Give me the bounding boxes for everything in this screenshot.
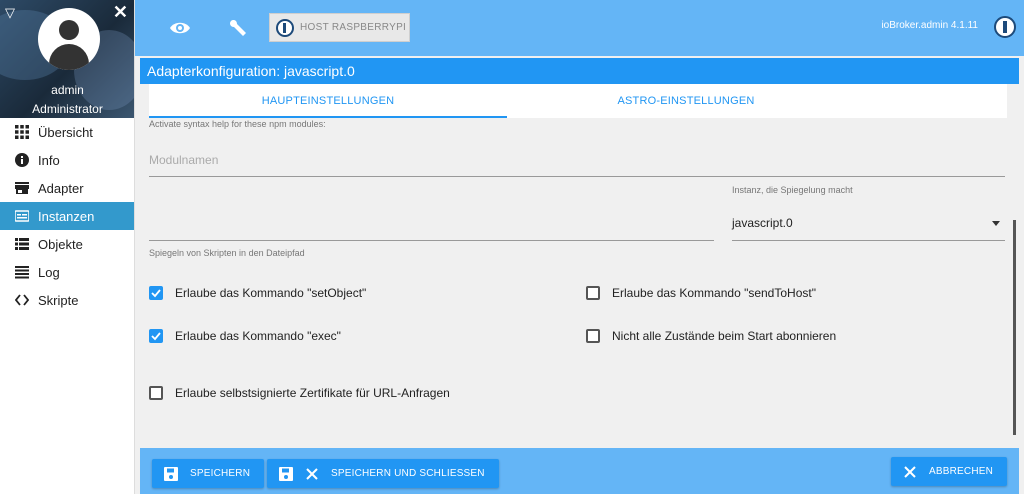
close-icon [306, 467, 318, 480]
grid-icon [14, 124, 30, 140]
mirror-instance-underline [732, 240, 1005, 241]
checkbox-checked-icon[interactable] [149, 286, 163, 300]
instances-icon [14, 208, 30, 224]
module-name-underline [149, 176, 1005, 177]
avatar [38, 8, 100, 70]
floppy-icon [164, 466, 178, 481]
sidebar-item-label: Info [38, 152, 60, 168]
checkbox-label: Erlaube das Kommando "setObject" [175, 286, 367, 300]
checkbox-label: Erlaube das Kommando "sendToHost" [612, 286, 816, 300]
sidebar-item-adapter[interactable]: Adapter [0, 174, 134, 202]
nav-list: Übersicht Info Adapter Instanzen Objekte [0, 118, 134, 314]
info-icon [14, 152, 30, 168]
checkbox-exec[interactable]: Erlaube das Kommando "exec" [149, 329, 341, 343]
checkbox-label: Nicht alle Zustände beim Start abonniere… [612, 329, 837, 343]
mirror-path-underline[interactable] [149, 240, 714, 241]
sidebar-item-label: Skripte [38, 292, 79, 308]
checkbox-no-subscribe-all[interactable]: Nicht alle Zustände beim Start abonniere… [586, 329, 836, 343]
npm-help-label: Activate syntax help for these npm modul… [149, 119, 326, 129]
user-name: admin [51, 83, 84, 97]
tab-main-settings[interactable]: HAUPTEINSTELLUNGEN [149, 84, 507, 118]
sidebar-item-overview[interactable]: Übersicht [0, 118, 134, 146]
cancel-button-label: ABBRECHEN [929, 466, 994, 477]
save-close-button[interactable]: SPEICHERN UND SCHLIESSEN [267, 459, 499, 488]
eye-icon[interactable] [169, 17, 191, 39]
chevron-down-icon[interactable] [992, 221, 1000, 226]
save-button-label: SPEICHERN [190, 468, 251, 479]
checkbox-label: Erlaube selbstsignierte Zertifikate für … [175, 386, 450, 400]
lines-icon [14, 264, 30, 280]
checkbox-send-to-host[interactable]: Erlaube das Kommando "sendToHost" [586, 286, 816, 300]
host-button[interactable]: HOST RASPBERRYPI [269, 13, 410, 42]
floppy-icon [279, 466, 293, 481]
footer-bar: SPEICHERN SPEICHERN UND SCHLIESSEN ABBRE… [140, 448, 1019, 494]
tab-astro-settings[interactable]: ASTRO-EINSTELLUNGEN [507, 84, 865, 118]
version-label: ioBroker.admin 4.1.11 [881, 20, 978, 31]
checkbox-unchecked-icon[interactable] [149, 386, 163, 400]
save-button[interactable]: SPEICHERN [152, 459, 264, 488]
checkbox-unchecked-icon[interactable] [586, 329, 600, 343]
sidebar-item-label: Objekte [38, 236, 83, 252]
checkbox-checked-icon[interactable] [149, 329, 163, 343]
checkbox-self-signed-certs[interactable]: Erlaube selbstsignierte Zertifikate für … [149, 386, 450, 400]
close-icon[interactable]: ✕ [113, 3, 128, 21]
collapse-triangle-icon[interactable]: ▽ [5, 6, 15, 19]
close-icon [904, 465, 916, 478]
checkbox-set-object[interactable]: Erlaube das Kommando "setObject" [149, 286, 366, 300]
tab-bar: HAUPTEINSTELLUNGEN ASTRO-EINSTELLUNGEN [149, 84, 1007, 118]
sidebar-item-objects[interactable]: Objekte [0, 230, 134, 258]
mirror-instance-label: Instanz, die Spiegelung macht [732, 185, 853, 195]
sidebar-item-log[interactable]: Log [0, 258, 134, 286]
page-title: Adapterkonfiguration: javascript.0 [140, 58, 1019, 84]
cancel-button[interactable]: ABBRECHEN [891, 457, 1007, 486]
scrollbar[interactable] [1013, 220, 1016, 435]
module-name-input[interactable]: Modulnamen [149, 153, 218, 167]
sidebar-item-label: Übersicht [38, 124, 93, 140]
profile-header: ▽ ✕ admin Administrator [0, 0, 134, 118]
checkbox-label: Erlaube das Kommando "exec" [175, 329, 341, 343]
sidebar-item-label: Log [38, 264, 60, 280]
host-button-label: HOST RASPBERRYPI [300, 22, 407, 33]
wrench-icon[interactable] [227, 17, 249, 39]
sidebar: ▽ ✕ admin Administrator Übersicht Info A… [0, 0, 135, 494]
top-bar: HOST RASPBERRYPI ioBroker.admin 4.1.11 [135, 0, 1024, 56]
list-icon [14, 236, 30, 252]
sidebar-item-label: Adapter [38, 180, 84, 196]
save-close-button-label: SPEICHERN UND SCHLIESSEN [331, 468, 485, 479]
iobroker-logo-icon[interactable] [994, 16, 1016, 38]
mirror-instance-select[interactable]: javascript.0 [732, 216, 793, 230]
checkbox-unchecked-icon[interactable] [586, 286, 600, 300]
sidebar-item-info[interactable]: Info [0, 146, 134, 174]
sidebar-item-scripts[interactable]: Skripte [0, 286, 134, 314]
sidebar-item-instances[interactable]: Instanzen [0, 202, 134, 230]
user-role: Administrator [32, 102, 103, 116]
store-icon [14, 180, 30, 196]
iobroker-logo-icon [276, 18, 294, 37]
code-icon [14, 292, 30, 308]
sidebar-item-label: Instanzen [38, 208, 95, 224]
mirror-path-label: Spiegeln von Skripten in den Dateipfad [149, 248, 305, 258]
